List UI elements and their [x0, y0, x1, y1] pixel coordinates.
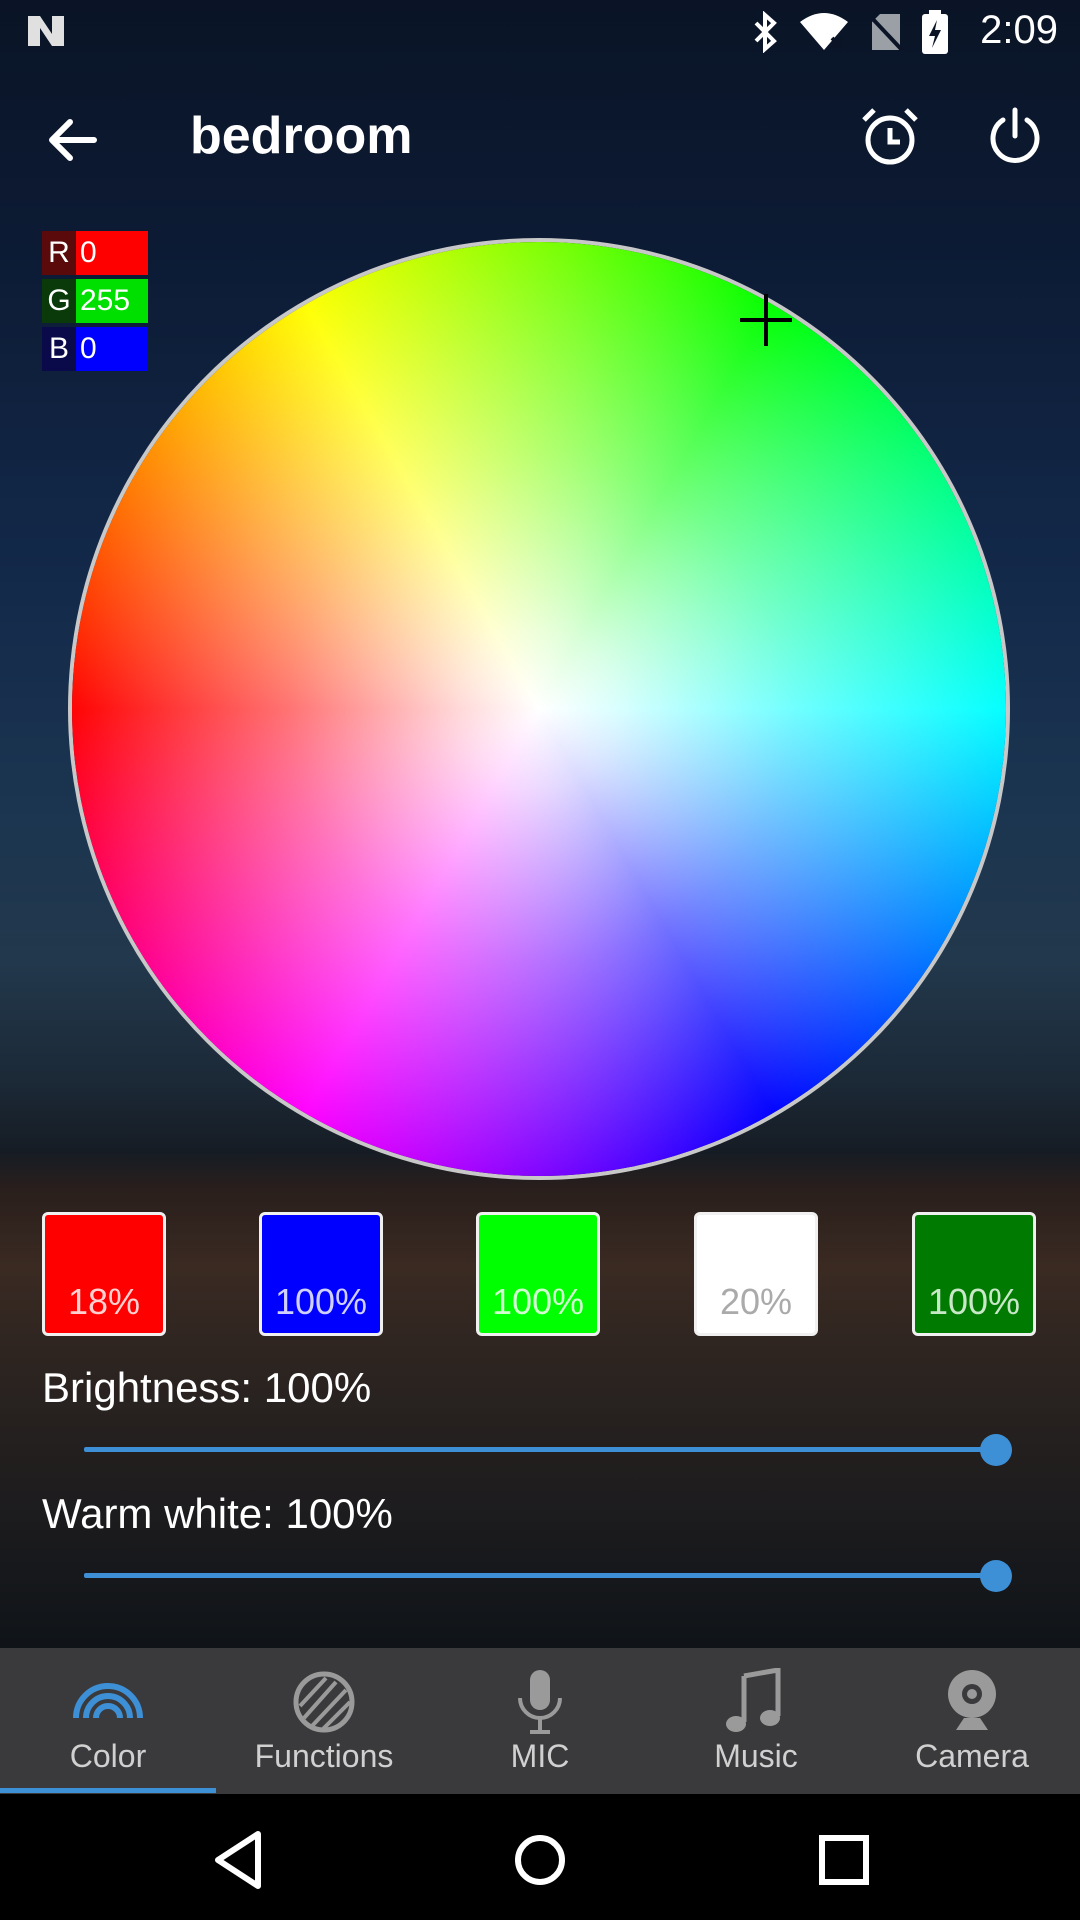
rgb-value-g: 255: [76, 279, 148, 323]
app-screen: 2:09 bedroom R 0 G 255 B 0 18% 100% 100%…: [0, 0, 1080, 1920]
rgb-letter: R: [42, 231, 76, 275]
rgb-row-g: G 255: [42, 279, 148, 323]
swatch-percent: 100%: [927, 1281, 1021, 1322]
warm-white-slider-track[interactable]: [84, 1573, 996, 1578]
bottom-nav: Color Functions MIC Music Camera: [0, 1648, 1080, 1794]
app-bar: bedroom: [0, 66, 1080, 210]
tab-camera[interactable]: Camera: [864, 1648, 1080, 1794]
rgb-readout: R 0 G 255 B 0: [42, 231, 148, 375]
tab-label: Functions: [254, 1738, 394, 1774]
tab-music[interactable]: Music: [648, 1648, 864, 1794]
brightness-slider-thumb[interactable]: [980, 1434, 1012, 1466]
bluetooth-icon: [754, 11, 777, 53]
tab-label: Color: [69, 1738, 147, 1774]
rgb-value-r: 0: [76, 231, 148, 275]
battery-charging-icon: [922, 10, 948, 54]
rgb-row-r: R 0: [42, 231, 148, 275]
rainbow-icon: [73, 1683, 143, 1719]
tab-color[interactable]: Color: [0, 1648, 216, 1794]
system-nav-bar: [0, 1794, 1080, 1920]
rgb-row-b: B 0: [42, 327, 148, 371]
page-title: bedroom: [190, 107, 413, 165]
brightness-label: Brightness: 100%: [42, 1364, 372, 1411]
functions-stripes-icon: [293, 1671, 355, 1733]
tab-label: MIC: [510, 1738, 570, 1774]
preset-swatch-1[interactable]: 18%: [42, 1212, 166, 1336]
preset-swatch-4[interactable]: 20%: [694, 1212, 818, 1336]
system-back-icon[interactable]: [200, 1820, 280, 1900]
music-note-icon: [726, 1668, 781, 1732]
warm-white-label: Warm white: 100%: [42, 1490, 393, 1537]
swatch-percent: 100%: [491, 1281, 585, 1322]
system-recents-icon[interactable]: [804, 1820, 884, 1900]
no-sim-icon: [868, 14, 904, 52]
active-tab-indicator: [0, 1788, 216, 1793]
tab-mic[interactable]: MIC: [432, 1648, 648, 1794]
tab-functions[interactable]: Functions: [216, 1648, 432, 1794]
wifi-icon: [800, 13, 848, 50]
status-bar: 2:09: [0, 0, 1080, 66]
n-logo-icon: [28, 16, 64, 46]
status-time: 2:09: [980, 8, 1058, 52]
color-presets: 18% 100% 100% 20% 100%: [42, 1212, 1038, 1336]
microphone-icon: [518, 1670, 562, 1734]
rgb-letter: B: [42, 327, 76, 371]
alarm-clock-icon[interactable]: [858, 104, 922, 168]
crosshair-icon[interactable]: [738, 292, 794, 348]
color-wheel-gradient[interactable]: [72, 242, 1006, 1176]
system-home-icon[interactable]: [500, 1820, 580, 1900]
rgb-letter: G: [42, 279, 76, 323]
webcam-icon: [948, 1670, 996, 1730]
tab-label: Camera: [915, 1738, 1029, 1774]
preset-swatch-3[interactable]: 100%: [476, 1212, 600, 1336]
back-arrow-icon[interactable]: [44, 110, 104, 170]
tab-label: Music: [714, 1738, 798, 1774]
swatch-percent: 18%: [67, 1281, 141, 1322]
preset-swatch-2[interactable]: 100%: [259, 1212, 383, 1336]
brightness-slider-track[interactable]: [84, 1447, 996, 1452]
power-icon[interactable]: [985, 106, 1045, 166]
color-wheel[interactable]: [72, 242, 1006, 1176]
rgb-value-b: 0: [76, 327, 148, 371]
preset-swatch-5[interactable]: 100%: [912, 1212, 1036, 1336]
warm-white-slider-thumb[interactable]: [980, 1560, 1012, 1592]
swatch-percent: 20%: [719, 1281, 793, 1322]
swatch-percent: 100%: [274, 1281, 368, 1322]
status-icons: [752, 10, 948, 54]
